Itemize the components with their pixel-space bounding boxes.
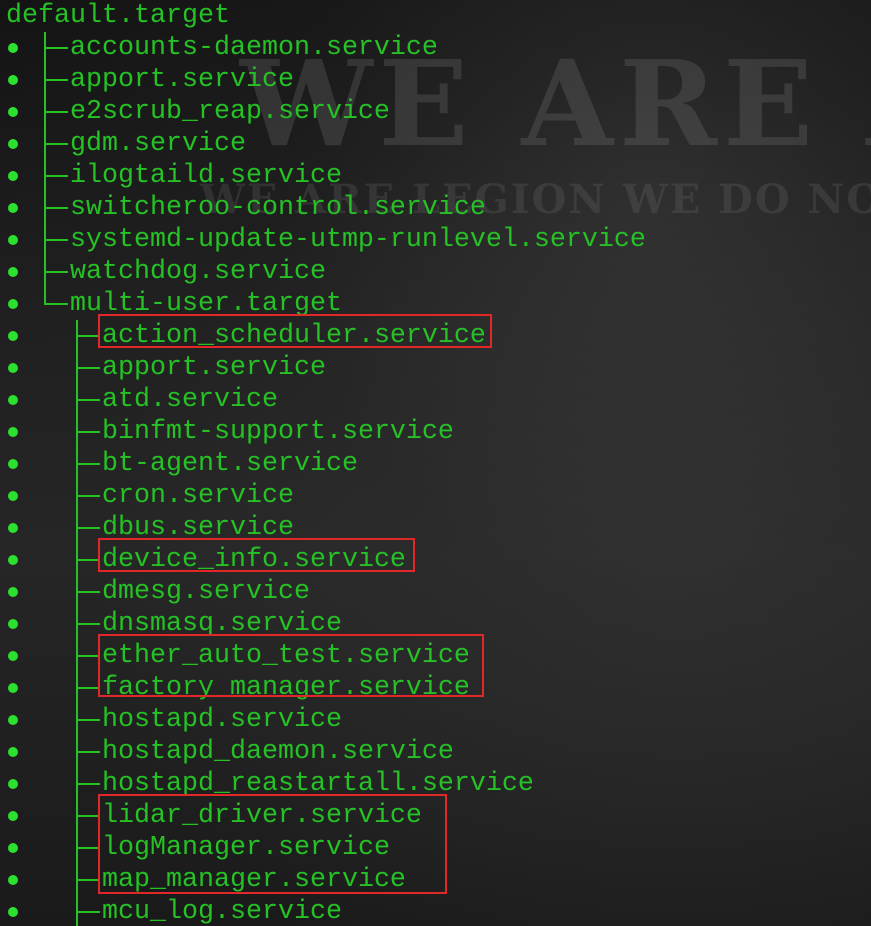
service-name: lidar_driver.service [102,801,422,831]
service-name: logManager.service [102,833,390,863]
status-dot-icon [8,683,18,693]
service-line: hostapd_daemon.service [0,736,871,768]
status-dot-icon [8,651,18,661]
status-dot-icon [8,75,18,85]
service-line: hostapd_reastartall.service [0,768,871,800]
service-name: systemd-update-utmp-runlevel.service [70,225,646,255]
status-dot-icon [8,235,18,245]
service-line: apport.service [0,352,871,384]
status-dot-icon [8,811,18,821]
service-line: watchdog.service [0,256,871,288]
service-name: device_info.service [102,545,406,575]
service-line: logManager.service [0,832,871,864]
status-dot-icon [8,619,18,629]
status-dot-icon [8,459,18,469]
service-name: accounts-daemon.service [70,33,438,63]
service-name: binfmt-support.service [102,417,454,447]
status-dot-icon [8,491,18,501]
service-name: gdm.service [70,129,246,159]
status-dot-icon [8,203,18,213]
service-line: dnsmasq.service [0,608,871,640]
service-line: dbus.service [0,512,871,544]
service-name: watchdog.service [70,257,326,287]
service-name: action_scheduler.service [102,321,486,351]
service-name: cron.service [102,481,294,511]
service-line: dmesg.service [0,576,871,608]
status-dot-icon [8,171,18,181]
service-line: binfmt-support.service [0,416,871,448]
service-line: bt-agent.service [0,448,871,480]
service-name: apport.service [102,353,326,383]
root-target-line: default.target [0,0,871,32]
status-dot-icon [8,331,18,341]
status-dot-icon [8,907,18,917]
service-name: ether_auto_test.service [102,641,470,671]
status-dot-icon [8,747,18,757]
service-line: mcu_log.service [0,896,871,926]
status-dot-icon [8,107,18,117]
status-dot-icon [8,875,18,885]
service-name: hostapd.service [102,705,342,735]
service-line: atd.service [0,384,871,416]
status-dot-icon [8,395,18,405]
service-line: factory_manager.service [0,672,871,704]
service-line: device_info.service [0,544,871,576]
service-name: dbus.service [102,513,294,543]
service-line: switcheroo-control.service [0,192,871,224]
service-line: ilogtaild.service [0,160,871,192]
status-dot-icon [8,299,18,309]
dependency-tree: default.target accounts-daemon.service app… [0,0,871,926]
service-name: ilogtaild.service [70,161,342,191]
status-dot-icon [8,267,18,277]
service-line: accounts-daemon.service [0,32,871,64]
service-name: dmesg.service [102,577,310,607]
service-name: switcheroo-control.service [70,193,486,223]
service-name: dnsmasq.service [102,609,342,639]
service-line: ether_auto_test.service [0,640,871,672]
status-dot-icon [8,555,18,565]
status-dot-icon [8,139,18,149]
service-line: gdm.service [0,128,871,160]
status-dot-icon [8,43,18,53]
service-line: map_manager.service [0,864,871,896]
service-name: e2scrub_reap.service [70,97,390,127]
service-name: mcu_log.service [102,897,342,926]
service-line: hostapd.service [0,704,871,736]
status-dot-icon [8,587,18,597]
root-target-label: default.target [6,1,230,31]
service-name: hostapd_daemon.service [102,737,454,767]
service-name: map_manager.service [102,865,406,895]
terminal-window: WE ARE A WE ARE LEGION WE DO NOT FO defa… [0,0,871,926]
service-line: lidar_driver.service [0,800,871,832]
target-name: multi-user.target [70,289,342,319]
service-line: e2scrub_reap.service [0,96,871,128]
service-line: apport.service [0,64,871,96]
status-dot-icon [8,363,18,373]
target-line: multi-user.target [0,288,871,320]
service-name: factory_manager.service [102,673,470,703]
status-dot-icon [8,427,18,437]
status-dot-icon [8,715,18,725]
service-line: action_scheduler.service [0,320,871,352]
status-dot-icon [8,523,18,533]
service-name: bt-agent.service [102,449,358,479]
status-dot-icon [8,779,18,789]
service-name: atd.service [102,385,278,415]
service-line: systemd-update-utmp-runlevel.service [0,224,871,256]
service-name: hostapd_reastartall.service [102,769,534,799]
service-name: apport.service [70,65,294,95]
service-line: cron.service [0,480,871,512]
status-dot-icon [8,843,18,853]
